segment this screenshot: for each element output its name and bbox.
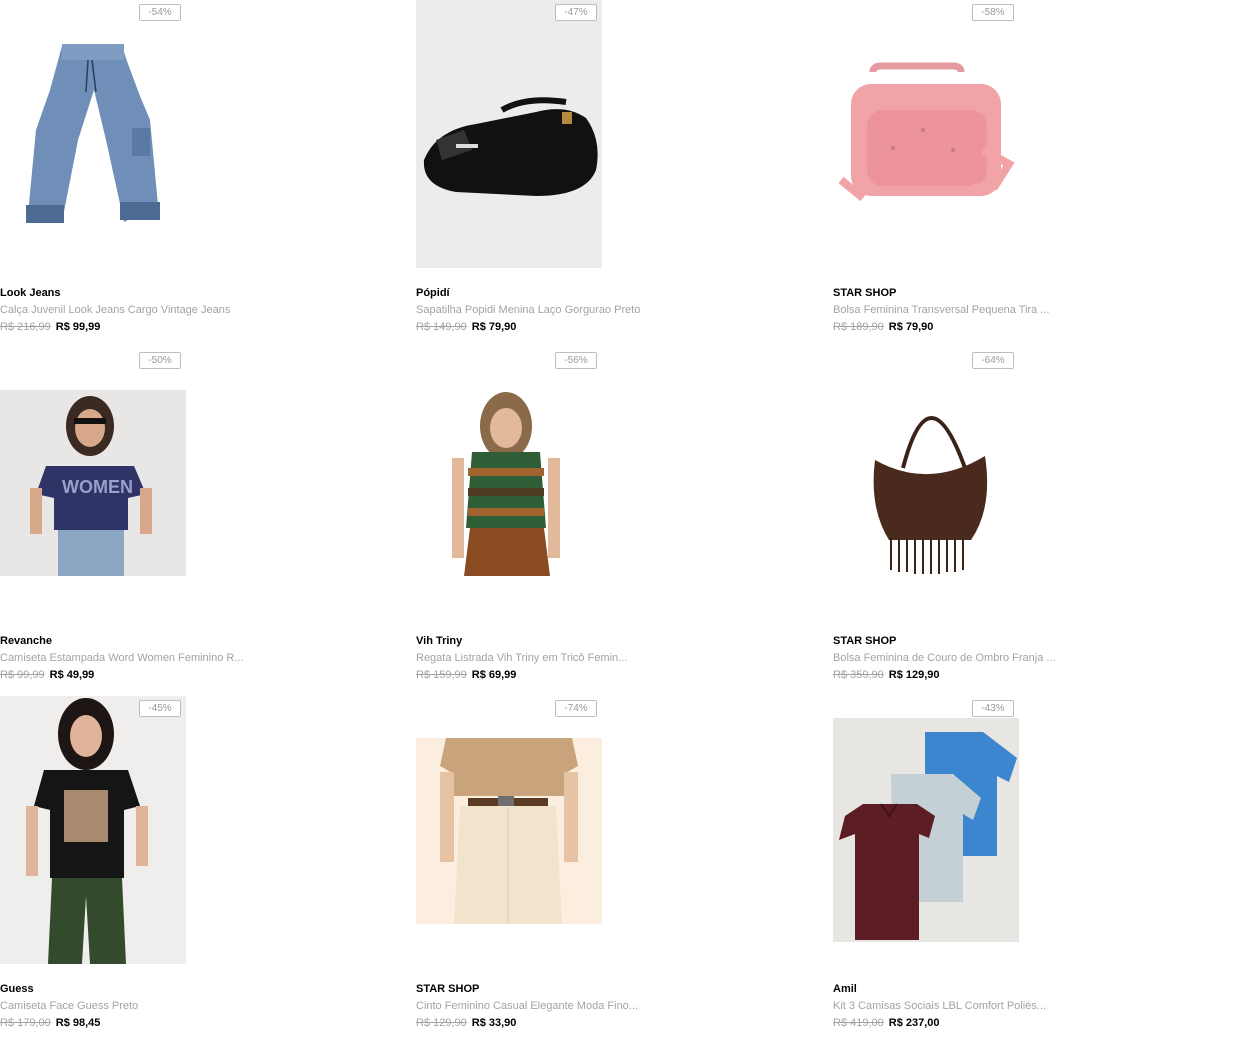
fringe-bag-image [873,416,988,574]
pink-bag-image [838,62,1015,202]
current-price: R$ 129,90 [888,669,940,681]
product-name[interactable]: Camiseta Estampada Word Women Feminino R… [0,652,244,664]
product-prices: R$ 149,90 R$ 79,90 [416,321,516,333]
product-image[interactable] [833,696,1019,966]
current-price: R$ 33,90 [471,1017,517,1029]
black-tee-image [0,696,186,964]
product-name[interactable]: Bolsa Feminina de Couro de Ombro Franja … [833,652,1056,664]
old-price: R$ 179,00 [0,1017,51,1029]
product-card[interactable]: -43% Amil Kit 3 Camisas Sociais LBL Comf… [833,696,1233,1036]
current-price: R$ 79,90 [471,321,517,333]
product-brand[interactable]: STAR SHOP [416,983,479,995]
current-price: R$ 237,00 [888,1017,940,1029]
product-brand[interactable]: STAR SHOP [833,287,896,299]
belt-image [416,738,602,924]
product-name[interactable]: Kit 3 Camisas Sociais LBL Comfort Poliés… [833,1000,1046,1012]
product-image[interactable] [833,0,1019,270]
product-brand[interactable]: Amil [833,983,857,995]
discount-badge: -54% [139,4,181,21]
product-name[interactable]: Cinto Feminino Casual Elegante Moda Fino… [416,1000,638,1012]
product-brand[interactable]: STAR SHOP [833,635,896,647]
product-card[interactable]: -58% STAR SHOP Bolsa Feminina Transversa… [833,0,1233,340]
current-price: R$ 79,90 [888,321,934,333]
product-image[interactable] [416,348,602,618]
product-card[interactable]: WOMEN -50% Revanche Camiseta Estampada W… [0,348,400,688]
product-image[interactable] [0,696,186,966]
old-price: R$ 216,99 [0,321,51,333]
product-name[interactable]: Calça Juvenil Look Jeans Cargo Vintage J… [0,304,230,316]
old-price: R$ 129,90 [416,1017,467,1029]
discount-badge: -64% [972,352,1014,369]
product-prices: R$ 189,90 R$ 79,90 [833,321,933,333]
product-brand[interactable]: Vih Triny [416,635,462,647]
discount-badge: -45% [139,700,181,717]
product-prices: R$ 159,99 R$ 69,99 [416,669,516,681]
product-prices: R$ 99,99 R$ 49,99 [0,669,94,681]
discount-badge: -50% [139,352,181,369]
old-price: R$ 419,00 [833,1017,884,1029]
old-price: R$ 359,90 [833,669,884,681]
old-price: R$ 149,90 [416,321,467,333]
old-price: R$ 159,99 [416,669,467,681]
discount-badge: -56% [555,352,597,369]
product-prices: R$ 419,00 R$ 237,00 [833,1017,940,1029]
product-card[interactable]: -64% STAR SHOP Bolsa Feminina de Couro d… [833,348,1233,688]
product-brand[interactable]: Look Jeans [0,287,61,299]
discount-badge: -74% [555,700,597,717]
product-name[interactable]: Regata Listrada Vih Triny em Tricô Femin… [416,652,627,664]
current-price: R$ 99,99 [55,321,101,333]
product-image[interactable] [416,0,602,270]
product-prices: R$ 216,99 R$ 99,99 [0,321,100,333]
product-image[interactable] [416,696,602,966]
current-price: R$ 98,45 [55,1017,101,1029]
product-brand[interactable]: Guess [0,983,34,995]
product-card[interactable]: -47% Pópidí Sapatilha Popidi Menina Laço… [416,0,816,340]
product-card[interactable]: -54% Look Jeans Calça Juvenil Look Jeans… [0,0,400,340]
product-brand[interactable]: Revanche [0,635,52,647]
product-prices: R$ 179,00 R$ 98,45 [0,1017,100,1029]
shoe-image [416,0,602,268]
product-name[interactable]: Camiseta Face Guess Preto [0,1000,138,1012]
svg-text:WOMEN: WOMEN [62,477,133,497]
discount-badge: -43% [972,700,1014,717]
product-prices: R$ 129,90 R$ 33,90 [416,1017,516,1029]
product-card[interactable]: -74% STAR SHOP Cinto Feminino Casual Ele… [416,696,816,1036]
product-brand[interactable]: Pópidí [416,287,450,299]
jeans-image [26,44,160,223]
product-image[interactable] [0,0,186,270]
product-image[interactable] [833,348,1019,618]
product-card[interactable]: -56% Vih Triny Regata Listrada Vih Triny… [416,348,816,688]
tshirt-woman-image: WOMEN [0,390,186,576]
discount-badge: -47% [555,4,597,21]
product-name[interactable]: Bolsa Feminina Transversal Pequena Tira … [833,304,1049,316]
striped-top-image [452,392,560,576]
current-price: R$ 69,99 [471,669,517,681]
shirts-image [833,718,1019,942]
old-price: R$ 189,90 [833,321,884,333]
old-price: R$ 99,99 [0,669,45,681]
product-image[interactable]: WOMEN [0,348,186,618]
product-card[interactable]: -45% Guess Camiseta Face Guess Preto R$ … [0,696,400,1036]
product-prices: R$ 359,90 R$ 129,90 [833,669,940,681]
product-name[interactable]: Sapatilha Popidi Menina Laço Gorgurao Pr… [416,304,640,316]
discount-badge: -58% [972,4,1014,21]
current-price: R$ 49,99 [49,669,95,681]
